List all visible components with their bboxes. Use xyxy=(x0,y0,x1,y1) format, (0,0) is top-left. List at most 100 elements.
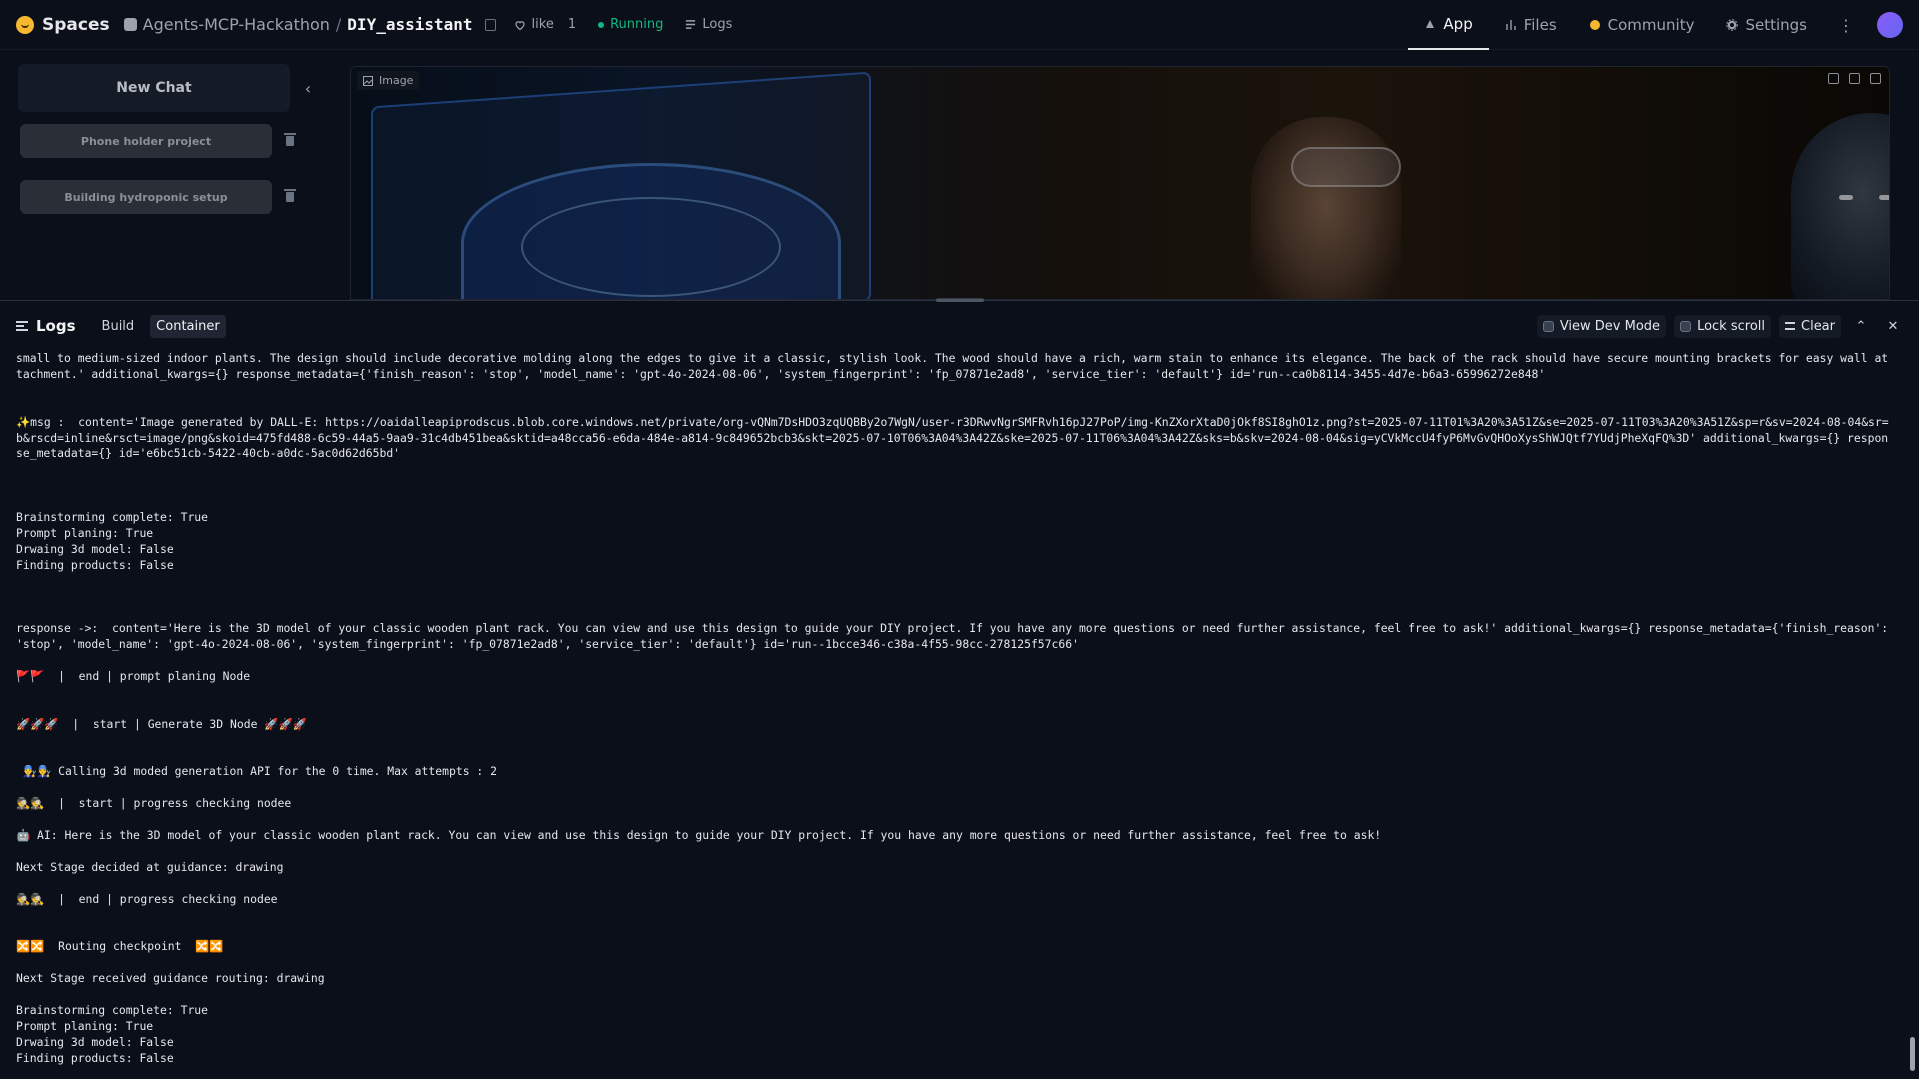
log-line: Next Stage received guidance routing: dr… xyxy=(16,971,325,986)
image-toolbar xyxy=(1828,73,1881,84)
checkbox-icon xyxy=(1680,320,1692,332)
dim-overlay xyxy=(351,67,1889,299)
log-line: response ->: content='Here is the 3D mod… xyxy=(16,621,1896,652)
image-label-text: Image xyxy=(379,74,414,87)
log-line: Next Stage decided at guidance: drawing xyxy=(16,859,284,874)
tab-container[interactable]: Container xyxy=(150,314,226,338)
tab-app[interactable]: App xyxy=(1408,0,1489,50)
brand-label: Spaces xyxy=(42,14,110,35)
chat-sidebar: New Chat ‹ Phone holder project Building… xyxy=(18,64,318,300)
like-button[interactable]: like 1 xyxy=(514,17,577,32)
view-dev-mode-toggle[interactable]: View Dev Mode xyxy=(1536,314,1667,338)
heart-icon xyxy=(514,20,525,30)
copy-icon[interactable] xyxy=(484,18,496,31)
fullscreen-icon[interactable] xyxy=(1828,73,1839,84)
org-avatar-icon xyxy=(123,18,137,31)
logs-link[interactable]: Logs xyxy=(685,17,732,32)
files-icon xyxy=(1505,20,1516,30)
nav-tabs: App Files Community Settings ⋮ xyxy=(1408,0,1903,50)
log-line: small to medium-sized indoor plants. The… xyxy=(16,351,1889,381)
tab-build[interactable]: Build xyxy=(96,315,141,338)
log-line: 🚩🚩 | end | prompt planing Node xyxy=(16,668,251,683)
community-icon xyxy=(1589,20,1600,30)
like-label: like xyxy=(531,17,554,32)
more-options-icon[interactable]: ⋮ xyxy=(1833,12,1859,38)
clear-button[interactable]: Clear xyxy=(1779,314,1841,338)
tab-community-label: Community xyxy=(1607,16,1695,34)
tab-app-label: App xyxy=(1443,15,1473,33)
log-line: Brainstorming complete: True xyxy=(16,509,209,524)
chat-item-phone-holder[interactable]: Phone holder project xyxy=(20,124,272,158)
logs-title: Logs xyxy=(16,317,76,335)
huggingface-logo-icon xyxy=(16,15,34,34)
log-line: 🤖 AI: Here is the 3D model of your class… xyxy=(16,827,1382,842)
tab-settings-label: Settings xyxy=(1745,16,1807,34)
repo-breadcrumb: Agents-MCP-Hackathon / DIY_assistant xyxy=(123,15,496,34)
repo-link[interactable]: DIY_assistant xyxy=(347,15,472,34)
chevron-up-icon[interactable]: ⌃ xyxy=(1849,314,1873,338)
share-icon[interactable] xyxy=(1870,73,1881,84)
trash-icon[interactable] xyxy=(284,133,296,147)
org-link[interactable]: Agents-MCP-Hackathon xyxy=(143,15,330,34)
logs-panel: Logs Build Container View Dev Mode Lock … xyxy=(0,298,1919,1079)
log-line: Prompt planing: True xyxy=(16,1018,154,1033)
log-line: 👨‍🔧👨‍🔧 Calling 3d moded generation API f… xyxy=(16,764,497,779)
clear-icon xyxy=(1785,322,1795,330)
tab-settings[interactable]: Settings xyxy=(1710,0,1823,50)
status-label: Running xyxy=(610,17,664,32)
user-avatar[interactable] xyxy=(1877,12,1903,38)
status-badge[interactable]: Running xyxy=(598,17,663,32)
log-line: Prompt planing: True xyxy=(16,525,154,540)
log-line: Drwaing 3d model: False xyxy=(16,1034,174,1049)
log-line: ✨msg : content='Image generated by DALL-… xyxy=(16,414,1889,461)
logs-title-text: Logs xyxy=(36,317,76,335)
view-dev-mode-label: View Dev Mode xyxy=(1559,318,1661,334)
download-icon[interactable] xyxy=(1849,73,1860,84)
logs-actions: View Dev Mode Lock scroll Clear ⌃ ✕ xyxy=(1536,301,1905,351)
tab-files[interactable]: Files xyxy=(1489,0,1573,50)
chat-item-hydroponic[interactable]: Building hydroponic setup xyxy=(20,180,272,214)
scrollbar-thumb[interactable] xyxy=(1910,1037,1915,1071)
trash-icon[interactable] xyxy=(284,189,296,203)
log-line: Drwaing 3d model: False xyxy=(16,541,174,556)
generated-image-panel: Image xyxy=(350,66,1890,300)
like-count: 1 xyxy=(567,17,577,32)
log-line: 🕵️🕵️ | start | progress checking nodee xyxy=(16,796,292,811)
lock-scroll-toggle[interactable]: Lock scroll xyxy=(1674,314,1771,338)
checkbox-icon xyxy=(1542,320,1554,332)
breadcrumb-separator: / xyxy=(335,15,342,34)
logs-link-label: Logs xyxy=(702,17,733,32)
new-chat-button[interactable]: New Chat xyxy=(18,64,290,112)
app-area: New Chat ‹ Phone holder project Building… xyxy=(0,50,1919,300)
log-line: 🕵️🕵️ | end | progress checking nodee xyxy=(16,891,278,906)
tab-community[interactable]: Community xyxy=(1573,0,1711,50)
lock-scroll-label: Lock scroll xyxy=(1697,318,1765,334)
log-line: Finding products: False xyxy=(16,1050,174,1065)
logs-header: Logs Build Container View Dev Mode Lock … xyxy=(0,301,1919,351)
chevron-left-icon[interactable]: ‹ xyxy=(298,78,318,98)
image-icon xyxy=(363,75,373,86)
status-dot-icon xyxy=(598,21,605,28)
log-line: Finding products: False xyxy=(16,557,174,572)
spaces-home-link[interactable]: Spaces xyxy=(16,15,110,35)
logs-icon xyxy=(686,20,696,29)
gear-icon xyxy=(1726,19,1739,31)
close-icon[interactable]: ✕ xyxy=(1881,314,1905,338)
log-scrollbar[interactable] xyxy=(1909,352,1915,1079)
